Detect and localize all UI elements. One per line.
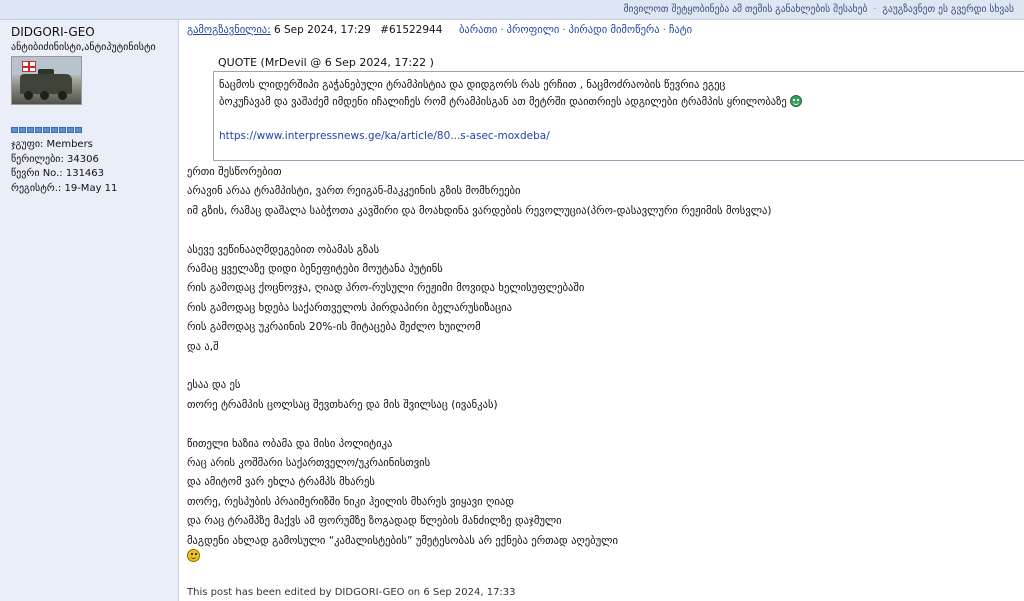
rank-pip — [43, 127, 50, 133]
rank-pip — [27, 127, 34, 133]
card-link[interactable]: ბარათი — [459, 24, 497, 36]
quote-box: ნაცმოს ლიდერშიპი გაჭანებული ტრამპისტია დ… — [213, 71, 1024, 161]
user-sidebar: DIDGORI-GEO ანტიბიძინისტი,ანტიპუტინისტი … — [0, 20, 179, 601]
post-id-link[interactable]: #61522944 — [380, 24, 442, 36]
rank-pip — [35, 127, 42, 133]
post-line: იმ გზის, რამაც დაშალა საბჭოთა კავშირი და… — [187, 204, 772, 217]
post-line: რის გამოდაც უკრაინის 20%-ის მიტაცება შეძ… — [187, 321, 481, 334]
post-content: გამოგზავნილია: 6 Sep 2024, 17:29 #615229… — [179, 20, 1024, 601]
post-line: რაც არის კოშმარი საქართველო/უკრაინისთვის — [187, 457, 431, 470]
post-body: ერთი შესწორებით არავინ არაა ტრამპისტი, ვ… — [187, 163, 1017, 570]
poster-username[interactable]: DIDGORI-GEO — [11, 25, 178, 39]
post-line: და ამიტომ ვარ ეხლა ტრამპს მხარეს — [187, 476, 375, 489]
post-paragraph: ერთი შესწორებით არავინ არაა ტრამპისტი, ვ… — [187, 163, 1017, 221]
post-line: თორე ტრამპის ცოლსაც შევთხარე და მის შვილ… — [187, 398, 498, 411]
post-line: რის გამოდაც ხდება საქართველოს პირდაპირი … — [187, 301, 513, 314]
wheel-icon — [24, 91, 33, 100]
user-post-count: წერილები: 34306 — [11, 153, 99, 165]
separator-dot: · — [662, 24, 666, 36]
track-topic-link[interactable]: მივილოთ შეტყობინება ამ თემის განახლების … — [624, 4, 868, 15]
post-line: რამაც ყველაზე დიდი ბენეფიტები მოუტანა პუ… — [187, 263, 443, 276]
post-action-links: ბარათი · პროფილი · პირადი მიმოწერა · ჩატი — [459, 24, 692, 36]
private-message-link[interactable]: პირადი მიმოწერა — [569, 24, 660, 36]
georgian-flag-icon — [22, 61, 36, 72]
top-options-bar: მივილოთ შეტყობინება ამ თემის განახლების … — [0, 0, 1024, 20]
post-paragraph: ასევე ვეწინააღმდეგებით ობამას გზას რამაც… — [187, 241, 1017, 357]
separator-dot: · — [873, 4, 877, 15]
smiley-icon — [187, 549, 200, 562]
rank-pip — [11, 127, 18, 133]
wheel-icon — [40, 91, 49, 100]
poster-title: ანტიბიძინისტი,ანტიპუტინისტი — [11, 42, 156, 53]
wheel-icon — [58, 91, 67, 100]
post-sent-label[interactable]: გამოგზავნილია: — [187, 24, 271, 36]
chat-link[interactable]: ჩატი — [669, 24, 692, 36]
post-line: წითელი ხაზია ობამა და მისი პოლიტიკა — [187, 437, 393, 450]
post-line: და რაც ტრამპზე მაქვს ამ ფორუმზე ზოგადად … — [187, 515, 562, 528]
quote-line: ნაცმოს ლიდერშიპი გაჭანებული ტრამპისტია დ… — [219, 79, 726, 91]
email-topic-link[interactable]: გაუგზავნეთ ეს გვერდი სხვას — [882, 4, 1014, 15]
smiley-icon — [790, 95, 803, 107]
post-line: ესაა და ეს — [187, 379, 241, 392]
separator-dot: · — [500, 24, 504, 36]
post-header: გამოგზავნილია: 6 Sep 2024, 17:29 #615229… — [187, 24, 1024, 40]
user-member-number: წევრი No.: 131463 — [11, 168, 105, 179]
post-line: რის გამოდაც ქოცნოვჯა, ღიად პრო-რუსული რე… — [187, 282, 585, 295]
post-line: ასევე ვეწინააღმდეგებით ობამას გზას — [187, 243, 380, 256]
post-line: მაგდენი ახლად გამოსული “კამალისტების” უმ… — [187, 534, 618, 547]
post-line: და ა,შ — [187, 340, 219, 353]
rank-pip — [19, 127, 26, 133]
post-datetime: 6 Sep 2024, 17:29 — [274, 24, 371, 36]
separator-dot: · — [562, 24, 566, 36]
quote-line-with-smiley: ბოკუჩავამ და ვაშაძემ იმდენი იჩალიჩეს რომ… — [219, 94, 1024, 111]
edited-note: This post has been edited by DIDGORI-GEO… — [187, 587, 516, 598]
profile-link[interactable]: პროფილი — [507, 24, 560, 36]
user-stats: ჯგუფი: Members წერილები: 34306 წევრი No.… — [11, 138, 178, 196]
user-group: ჯგუფი: Members — [11, 139, 93, 150]
post-line: თორე, რესპუბის პრაიმერიზში ნიკი ჰეილის მ… — [187, 495, 514, 508]
quote-url-link[interactable]: https://www.interpressnews.ge/ka/article… — [219, 130, 550, 142]
avatar — [11, 56, 82, 105]
quote-label: QUOTE (MrDevil @ 6 Sep 2024, 17:22 ) — [218, 56, 434, 69]
user-registered-date: რეგისტრ.: 19-May 11 — [11, 182, 118, 194]
post-line: არავინ არაა ტრამპისტი, ვართ რეიგან-მაკკე… — [187, 185, 521, 198]
quote-line: ბოკუჩავამ და ვაშაძემ იმდენი იჩალიჩეს რომ… — [219, 96, 787, 108]
quote-spacer — [219, 111, 1024, 128]
post-paragraph: წითელი ხაზია ობამა და მისი პოლიტიკა რაც … — [187, 435, 1017, 551]
post-paragraph: ესაა და ეს თორე ტრამპის ცოლსაც შევთხარე … — [187, 376, 1017, 415]
rank-pip — [59, 127, 66, 133]
rank-pips — [11, 127, 178, 133]
rank-pip — [67, 127, 74, 133]
rank-pip — [75, 127, 82, 133]
post-line: ერთი შესწორებით — [187, 166, 282, 178]
rank-pip — [51, 127, 58, 133]
